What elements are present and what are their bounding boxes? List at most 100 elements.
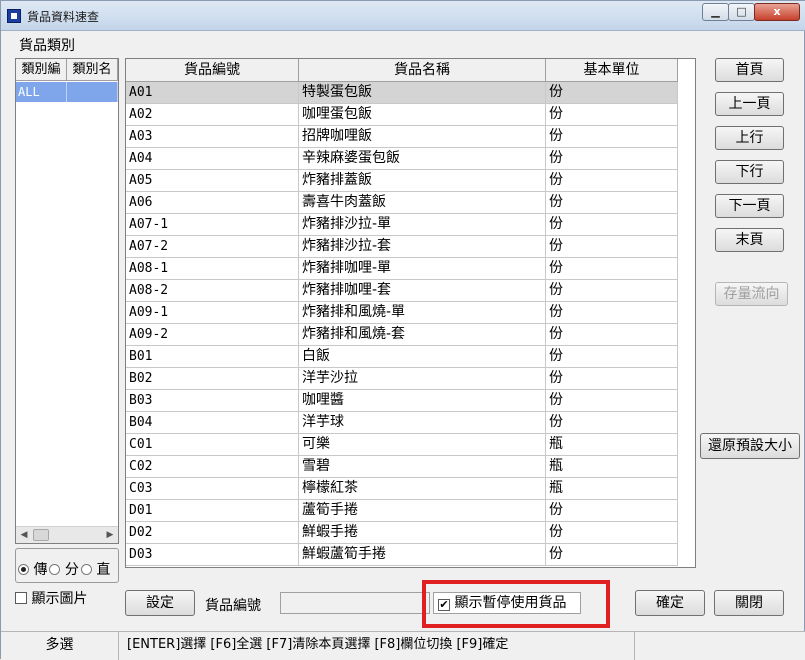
name-cell: 招牌咖哩飯 xyxy=(299,126,546,148)
maximize-button[interactable]: □ xyxy=(728,3,755,21)
highlight-annotation xyxy=(422,580,610,628)
stock-flow-button[interactable]: 存量流向 xyxy=(715,282,788,306)
next-page-button[interactable]: 下一頁 xyxy=(715,194,784,218)
table-row[interactable]: C03 檸檬紅茶瓶 xyxy=(126,478,678,500)
name-cell: 炸豬排沙拉-套 xyxy=(299,236,546,258)
table-row[interactable]: C01 可樂瓶 xyxy=(126,434,678,456)
name-cell: 白飯 xyxy=(299,346,546,368)
column-header-code[interactable]: 貨品編號 xyxy=(126,59,299,82)
unit-cell: 份 xyxy=(546,192,678,214)
name-cell: 辛辣麻婆蛋包飯 xyxy=(299,148,546,170)
table-row[interactable]: C02 雪碧瓶 xyxy=(126,456,678,478)
category-mode-radio-group: 傳 分 直 xyxy=(15,548,119,583)
name-cell: 炸豬排和風燒-單 xyxy=(299,302,546,324)
table-row[interactable]: A08-2 炸豬排咖哩-套份 xyxy=(126,280,678,302)
next-row-button[interactable]: 下行 xyxy=(715,160,784,184)
reset-default-size-button[interactable]: 還原預設大小 xyxy=(700,433,800,459)
scroll-right-icon[interactable]: ▶ xyxy=(102,527,118,543)
unit-cell: 份 xyxy=(546,346,678,368)
category-group-label: 貨品類別 xyxy=(19,38,75,54)
table-row[interactable]: A07-1 炸豬排沙拉-單份 xyxy=(126,214,678,236)
code-cell: C03 xyxy=(126,478,299,500)
column-header-unit[interactable]: 基本單位 xyxy=(546,59,678,82)
close-window-button[interactable]: x xyxy=(754,3,800,21)
close-button[interactable]: 關閉 xyxy=(714,590,784,616)
code-cell: A08-2 xyxy=(126,280,299,302)
name-cell: 鮮蝦手捲 xyxy=(299,522,546,544)
unit-cell: 份 xyxy=(546,236,678,258)
radio-option-2[interactable]: 分 xyxy=(47,559,79,579)
table-row[interactable]: A09-1 炸豬排和風燒-單份 xyxy=(126,302,678,324)
code-cell: A07-1 xyxy=(126,214,299,236)
code-cell: C01 xyxy=(126,434,299,456)
table-row[interactable]: A09-2 炸豬排和風燒-套份 xyxy=(126,324,678,346)
last-page-button[interactable]: 末頁 xyxy=(715,228,784,252)
window-title: 貨品資料速查 xyxy=(27,10,100,24)
unit-cell: 份 xyxy=(546,170,678,192)
radio-icon[interactable] xyxy=(80,564,92,575)
table-row[interactable]: A08-1 炸豬排咖哩-單份 xyxy=(126,258,678,280)
name-cell: 炸豬排蓋飯 xyxy=(299,170,546,192)
radio-option-1[interactable]: 傳 xyxy=(16,559,47,579)
confirm-button[interactable]: 確定 xyxy=(635,590,705,616)
table-row[interactable]: A06 壽喜牛肉蓋飯份 xyxy=(126,192,678,214)
scroll-left-icon[interactable]: ◀ xyxy=(16,527,32,543)
previous-row-button[interactable]: 上行 xyxy=(715,126,784,150)
category-row[interactable]: ALL xyxy=(16,82,118,102)
code-cell: B01 xyxy=(126,346,299,368)
unit-cell: 份 xyxy=(546,368,678,390)
category-column-code[interactable]: 類別編 xyxy=(16,59,67,81)
table-row[interactable]: B04 洋芋球份 xyxy=(126,412,678,434)
show-picture-checkbox[interactable]: 顯示圖片 xyxy=(15,588,87,608)
category-horizontal-scrollbar[interactable]: ◀ ▶ xyxy=(16,526,118,543)
scroll-thumb[interactable] xyxy=(33,529,49,541)
table-row[interactable]: A01 特製蛋包飯份 xyxy=(126,82,678,104)
minimize-button[interactable]: ▁ xyxy=(702,3,729,21)
radio-selected-icon[interactable] xyxy=(18,564,29,575)
category-header: 類別編 類別名 xyxy=(16,59,118,81)
unit-cell: 瓶 xyxy=(546,456,678,478)
table-row[interactable]: A04 辛辣麻婆蛋包飯份 xyxy=(126,148,678,170)
multi-select-status[interactable]: 多選 xyxy=(1,632,119,660)
category-list[interactable]: 類別編 類別名 ALL ◀ ▶ xyxy=(15,58,119,544)
category-code-cell: ALL xyxy=(16,82,67,102)
checkbox-icon[interactable] xyxy=(15,592,27,604)
first-page-button[interactable]: 首頁 xyxy=(715,58,784,82)
unit-cell: 瓶 xyxy=(546,478,678,500)
product-code-input[interactable] xyxy=(280,592,430,614)
unit-cell: 份 xyxy=(546,126,678,148)
unit-cell: 份 xyxy=(546,324,678,346)
name-cell: 壽喜牛肉蓋飯 xyxy=(299,192,546,214)
table-row[interactable]: D03 鮮蝦蘆筍手捲份 xyxy=(126,544,678,566)
table-row[interactable]: D01 蘆筍手捲份 xyxy=(126,500,678,522)
settings-button[interactable]: 設定 xyxy=(125,590,195,616)
table-row[interactable]: A03 招牌咖哩飯份 xyxy=(126,126,678,148)
previous-page-button[interactable]: 上一頁 xyxy=(715,92,784,116)
product-grid[interactable]: 貨品編號 貨品名稱 基本單位 A01 特製蛋包飯份 A02 咖哩蛋包飯份 A03 招牌咖哩… xyxy=(125,58,696,568)
grid-body: A01 特製蛋包飯份 A02 咖哩蛋包飯份 A03 招牌咖哩飯份 A04 辛辣麻婆蛋包飯份 A0… xyxy=(126,82,678,566)
radio-option-3[interactable]: 直 xyxy=(79,559,110,579)
code-cell: A07-2 xyxy=(126,236,299,258)
unit-cell: 份 xyxy=(546,390,678,412)
grid-header: 貨品編號 貨品名稱 基本單位 xyxy=(126,59,678,82)
category-column-name[interactable]: 類別名 xyxy=(67,59,118,81)
table-row[interactable]: B01 白飯份 xyxy=(126,346,678,368)
table-row[interactable]: A05 炸豬排蓋飯份 xyxy=(126,170,678,192)
table-row[interactable]: B03 咖哩醬份 xyxy=(126,390,678,412)
table-row[interactable]: B02 洋芋沙拉份 xyxy=(126,368,678,390)
unit-cell: 份 xyxy=(546,500,678,522)
radio-icon[interactable] xyxy=(49,564,61,575)
table-row[interactable]: D02 鮮蝦手捲份 xyxy=(126,522,678,544)
product-code-label: 貨品編號 xyxy=(205,598,261,614)
code-cell: A01 xyxy=(126,82,299,104)
code-cell: B02 xyxy=(126,368,299,390)
column-header-name[interactable]: 貨品名稱 xyxy=(299,59,546,82)
name-cell: 炸豬排咖哩-套 xyxy=(299,280,546,302)
app-icon xyxy=(7,9,21,23)
maximize-icon: □ xyxy=(736,5,747,18)
table-row[interactable]: A02 咖哩蛋包飯份 xyxy=(126,104,678,126)
code-cell: A03 xyxy=(126,126,299,148)
status-bar: 多選 [ENTER]選擇 [F6]全選 [F7]清除本頁選擇 [F8]欄位切換 … xyxy=(1,631,805,660)
unit-cell: 份 xyxy=(546,302,678,324)
table-row[interactable]: A07-2 炸豬排沙拉-套份 xyxy=(126,236,678,258)
